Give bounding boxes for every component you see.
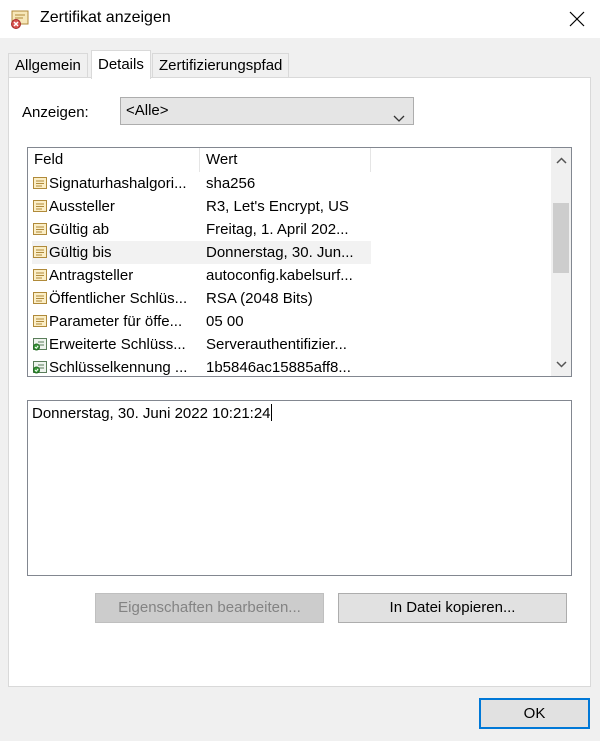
vertical-scrollbar[interactable]	[551, 148, 571, 376]
certificate-field-icon	[32, 290, 48, 306]
field-value: 1b5846ac15885aff8...	[206, 359, 351, 376]
list-row[interactable]: Parameter für öffe... 05 00	[28, 310, 553, 333]
list-row[interactable]: Erweiterte Schlüss... Serverauthentifizie…	[28, 333, 553, 356]
field-name: Signaturhashalgori...	[49, 175, 187, 192]
certificate-field-icon	[32, 313, 48, 329]
field-value: Serverauthentifizier...	[206, 336, 347, 353]
certificate-extension-icon	[32, 359, 48, 375]
list-row[interactable]: Aussteller R3, Let's Encrypt, US	[28, 195, 553, 218]
tab-allgemein[interactable]: Allgemein	[8, 53, 88, 78]
certificate-icon	[10, 8, 32, 30]
list-cell-field: Schlüsselkennung ...	[32, 356, 200, 376]
field-name: Parameter für öffe...	[49, 313, 183, 330]
certificate-extension-icon	[32, 336, 48, 352]
certificate-field-icon	[32, 221, 48, 237]
field-value: 05 00	[206, 313, 244, 330]
scroll-down-button[interactable]	[551, 352, 571, 376]
certificate-field-icon	[32, 198, 48, 214]
column-header-field[interactable]: Feld	[28, 148, 200, 172]
copy-to-file-button[interactable]: In Datei kopieren...	[338, 593, 567, 623]
field-name: Öffentlicher Schlüs...	[49, 290, 188, 307]
listview-header: Feld Wert	[28, 148, 553, 172]
list-row[interactable]: Schlüsselkennung ... 1b5846ac15885aff8...	[28, 356, 553, 376]
list-cell-field: Öffentlicher Schlüs...	[32, 287, 200, 310]
listview-rows: Signaturhashalgori... sha256 Aussteller R3,…	[28, 172, 553, 376]
field-name: Erweiterte Schlüss...	[49, 336, 186, 353]
list-cell-field: Gültig bis	[32, 241, 200, 264]
list-row[interactable]: Gültig ab Freitag, 1. April 202...	[28, 218, 553, 241]
close-button[interactable]	[554, 0, 600, 38]
field-name: Gültig bis	[49, 244, 112, 261]
list-cell-field: Aussteller	[32, 195, 200, 218]
list-cell-field: Erweiterte Schlüss...	[32, 333, 200, 356]
list-cell-field: Signaturhashalgori...	[32, 172, 200, 195]
window-title: Zertifikat anzeigen	[40, 9, 171, 26]
text-caret	[270, 404, 272, 421]
details-panel: Anzeigen: <Alle> Feld Wert Signaturhasha…	[8, 77, 591, 687]
tab-zertifizierungspfad[interactable]: Zertifizierungspfad	[152, 53, 290, 78]
scroll-up-button[interactable]	[551, 148, 571, 172]
title-bar: Zertifikat anzeigen	[0, 0, 600, 38]
show-label: Anzeigen:	[22, 104, 89, 121]
certificate-field-icon	[32, 244, 48, 260]
list-cell-field: Parameter für öffe...	[32, 310, 200, 333]
close-icon	[569, 11, 585, 27]
list-row[interactable]: Gültig bis Donnerstag, 30. Jun...	[28, 241, 553, 264]
certificate-field-icon	[32, 175, 48, 191]
field-name: Gültig ab	[49, 221, 110, 238]
column-header-value[interactable]: Wert	[200, 148, 371, 172]
field-value: RSA (2048 Bits)	[206, 290, 313, 307]
field-value: sha256	[206, 175, 256, 192]
fields-listview[interactable]: Feld Wert Signaturhashalgori... sha256 Aus…	[27, 147, 572, 377]
chevron-down-icon	[393, 106, 405, 132]
field-detail-text: Donnerstag, 30. Juni 2022 10:21:24	[32, 405, 271, 422]
ok-button[interactable]: OK	[479, 698, 590, 729]
scrollbar-thumb[interactable]	[553, 203, 569, 273]
certificate-field-icon	[32, 267, 48, 283]
list-row[interactable]: Öffentlicher Schlüs... RSA (2048 Bits)	[28, 287, 553, 310]
field-value: Freitag, 1. April 202...	[206, 221, 349, 238]
field-name: Aussteller	[49, 198, 115, 215]
field-name: Antragsteller	[49, 267, 134, 284]
show-select[interactable]: <Alle>	[120, 97, 414, 125]
list-row[interactable]: Signaturhashalgori... sha256	[28, 172, 553, 195]
field-value: Donnerstag, 30. Jun...	[200, 241, 371, 264]
tab-details[interactable]: Details	[91, 50, 151, 79]
chevron-down-icon	[555, 360, 567, 368]
field-value: autoconfig.kabelsurf...	[206, 267, 353, 284]
field-value: R3, Let's Encrypt, US	[206, 198, 349, 215]
chevron-up-icon	[555, 156, 567, 164]
column-header-empty	[371, 148, 553, 172]
list-cell-field: Gültig ab	[32, 218, 200, 241]
show-select-value: <Alle>	[126, 102, 169, 119]
tab-strip: Allgemein Details Zertifizierungspfad	[8, 50, 592, 79]
field-name: Schlüsselkennung ...	[49, 359, 188, 376]
list-row[interactable]: Antragsteller autoconfig.kabelsurf...	[28, 264, 553, 287]
list-cell-field: Antragsteller	[32, 264, 200, 287]
edit-properties-button[interactable]: Eigenschaften bearbeiten...	[95, 593, 324, 623]
field-detail-textbox[interactable]: Donnerstag, 30. Juni 2022 10:21:24	[27, 400, 572, 576]
